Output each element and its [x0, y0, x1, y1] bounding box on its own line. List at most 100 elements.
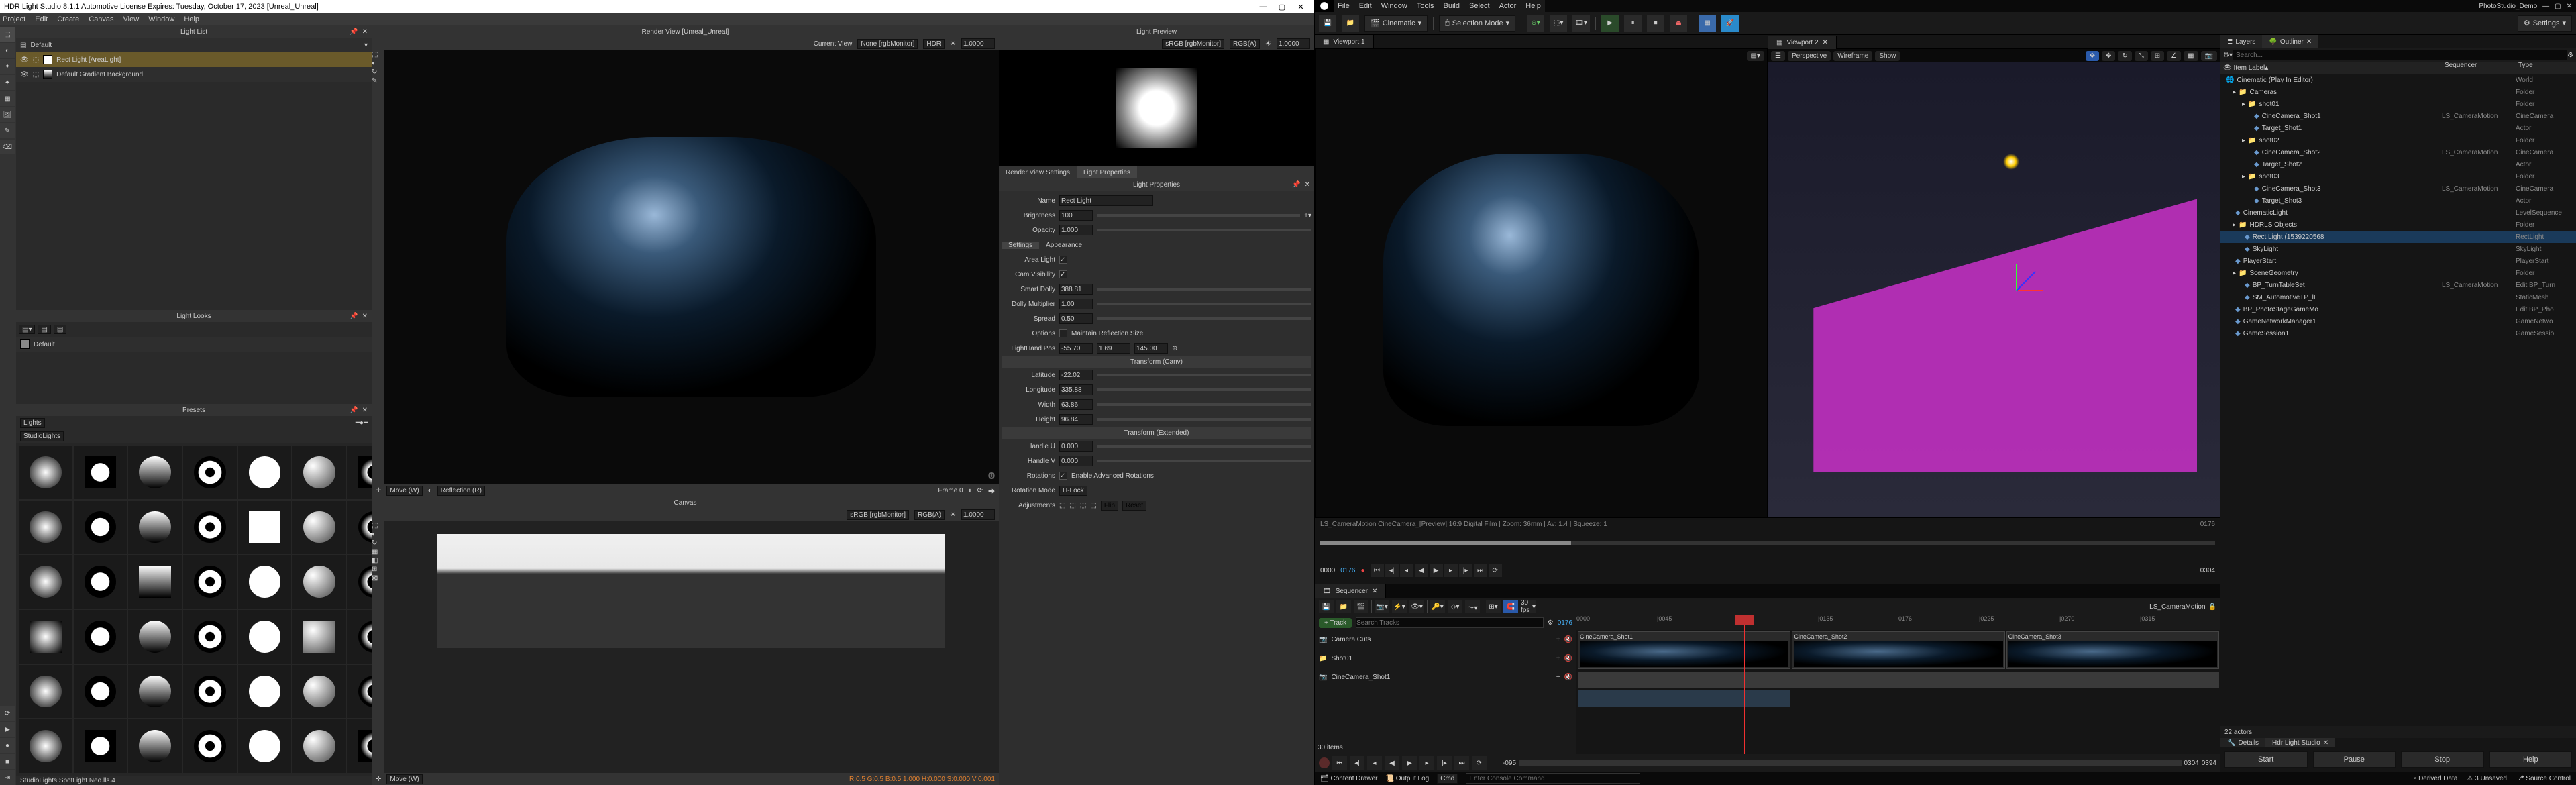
to-start-icon[interactable]: ⏮: [1371, 564, 1384, 577]
outliner-row[interactable]: ◆ CineCamera_Shot3LS_CameraMotionCineCam…: [2220, 182, 2576, 195]
tool-image[interactable]: 🖼: [0, 107, 15, 122]
pin-icon[interactable]: 📌: [350, 407, 358, 414]
mute-icon[interactable]: 🔇: [1564, 655, 1572, 662]
close-icon[interactable]: ✕: [362, 313, 368, 320]
preset-thumb[interactable]: [292, 501, 346, 554]
target-icon[interactable]: ⊕: [1172, 345, 1177, 352]
preset-thumb[interactable]: [183, 446, 237, 499]
menu-canvas[interactable]: Canvas: [89, 15, 113, 23]
camvis-check[interactable]: ✓: [1059, 270, 1067, 278]
seq-name[interactable]: LS_CameraMotion: [2149, 603, 2205, 611]
prop-width[interactable]: [1059, 399, 1093, 410]
dollymult-slider[interactable]: [1097, 303, 1311, 305]
canvas-tool-2[interactable]: ◐: [372, 531, 384, 538]
render-tool-1[interactable]: ⬚: [372, 51, 384, 58]
menu-help[interactable]: Help: [184, 15, 199, 23]
eye-icon[interactable]: 👁: [20, 56, 29, 64]
seq-range-slider[interactable]: [1519, 760, 2181, 766]
sequencer-shot[interactable]: CineCamera_Shot2: [1792, 631, 2004, 669]
close-icon[interactable]: ✕: [362, 407, 368, 414]
preset-thumb[interactable]: [292, 446, 346, 499]
content-drawer-button[interactable]: 🗂 Content Drawer: [1320, 775, 1378, 782]
preset-thumb[interactable]: [238, 501, 292, 554]
details-tab[interactable]: 🔧Details: [2220, 738, 2265, 747]
viewport-1[interactable]: ▤▾: [1315, 48, 1768, 518]
expand-icon[interactable]: ▸: [2233, 270, 2236, 277]
next-key-icon[interactable]: |▸: [1459, 564, 1472, 577]
preset-thumb[interactable]: [292, 555, 346, 609]
launch-icon[interactable]: 🚀: [1721, 15, 1739, 32]
lp-rgba[interactable]: RGB(A): [1230, 39, 1260, 49]
handpos-x[interactable]: [1059, 343, 1093, 354]
ue-menu-actor[interactable]: Actor: [1499, 2, 1517, 10]
settings-tab[interactable]: Settings: [1002, 242, 1039, 249]
lon-slider[interactable]: [1097, 388, 1311, 391]
tool-play[interactable]: ▶: [0, 722, 15, 737]
outliner-row[interactable]: ◆ BP_PhotoStageGameMoEdit BP_Pho: [2220, 303, 2576, 315]
render-exposure[interactable]: [961, 38, 995, 49]
canvas-tool-1[interactable]: ⬚: [372, 522, 384, 529]
outliner-row[interactable]: ▸📁 shot02Folder: [2220, 134, 2576, 146]
minimize-icon[interactable]: —: [1254, 3, 1273, 11]
ue-menu-edit[interactable]: Edit: [1359, 2, 1372, 10]
lp-srgb[interactable]: sRGB [rgbMonitor]: [1162, 39, 1224, 49]
sequencer-track-row[interactable]: 📷Camera Cuts+🔇: [1315, 630, 1576, 649]
seq-prev-key-icon[interactable]: ◂|: [1350, 756, 1364, 770]
preset-thumb[interactable]: [347, 555, 372, 609]
preset-thumb[interactable]: [128, 610, 182, 664]
prop-height[interactable]: [1059, 414, 1093, 425]
prev-key-icon[interactable]: ◂|: [1385, 564, 1399, 577]
preset-thumb[interactable]: [19, 555, 72, 609]
looks-menu-3[interactable]: ▤: [54, 325, 66, 334]
add-icon[interactable]: +: [1556, 636, 1560, 643]
source-control-button[interactable]: ⎇ Source Control: [2516, 775, 2571, 782]
vp-rotate-icon[interactable]: ↻: [2118, 51, 2131, 61]
preset-thumb[interactable]: [183, 555, 237, 609]
preset-thumb[interactable]: [183, 610, 237, 664]
handlev-slider[interactable]: [1097, 460, 1311, 462]
close-icon[interactable]: ✕: [1305, 181, 1310, 189]
tool-erase[interactable]: ⌫: [0, 140, 15, 154]
tool-rec[interactable]: ●: [0, 738, 15, 753]
options-check[interactable]: [1059, 329, 1067, 337]
smartdolly-slider[interactable]: [1097, 288, 1311, 291]
adj-3[interactable]: ⬚: [1080, 502, 1086, 509]
output-log-button[interactable]: 📜 Output Log: [1386, 775, 1430, 782]
outliner-tab[interactable]: 🌳Outliner✕: [2262, 35, 2318, 48]
height-slider[interactable]: [1097, 418, 1311, 421]
tab-render-settings[interactable]: Render View Settings: [999, 166, 1077, 178]
viewport-tab-1[interactable]: ▦Viewport 1: [1315, 35, 1374, 48]
render-move[interactable]: Move (W): [386, 486, 422, 496]
play-rev-icon[interactable]: ◀: [1415, 564, 1428, 577]
prop-opacity[interactable]: [1059, 225, 1093, 235]
sequencer-tab[interactable]: 🎞Sequencer✕: [1315, 584, 1386, 598]
preset-thumb[interactable]: [74, 446, 127, 499]
preset-thumb[interactable]: [128, 446, 182, 499]
preset-thumb[interactable]: [128, 719, 182, 773]
seq-view-icon[interactable]: 👁▾: [1409, 600, 1424, 613]
render-tool-4[interactable]: ✎: [372, 77, 384, 85]
handpos-z[interactable]: [1134, 343, 1168, 354]
rec-icon[interactable]: ●: [1361, 567, 1365, 574]
render-reflect[interactable]: Reflection (R): [437, 486, 485, 496]
light-gizmo-icon[interactable]: [2003, 154, 2019, 170]
menu-view[interactable]: View: [123, 15, 140, 23]
preset-thumb[interactable]: [19, 610, 72, 664]
pin-icon[interactable]: 📌: [1292, 181, 1300, 189]
outliner-row[interactable]: 🌐 Cinematic (Play In Editor)World: [2220, 74, 2576, 86]
canvas-tool-4[interactable]: ▦: [372, 548, 384, 556]
ue-menu-select[interactable]: Select: [1469, 2, 1490, 10]
outliner-row[interactable]: ◆ CinematicLightLevelSequence: [2220, 207, 2576, 219]
looks-default[interactable]: Default: [16, 337, 372, 352]
seq-browse-icon[interactable]: 📁: [1336, 600, 1351, 613]
exposure-icon[interactable]: ☀: [950, 40, 956, 48]
seq-step-back-icon[interactable]: ◂: [1367, 756, 1382, 770]
seq-auto-icon[interactable]: ◇▾: [1448, 600, 1462, 613]
prop-dollymult[interactable]: [1059, 299, 1093, 309]
preset-thumb[interactable]: [74, 501, 127, 554]
width-slider[interactable]: [1097, 403, 1311, 406]
prop-handlev[interactable]: [1059, 456, 1093, 466]
filter-icon[interactable]: ⚙: [1548, 619, 1554, 627]
seq-save-icon[interactable]: 💾: [1319, 600, 1334, 613]
vp-menu[interactable]: ☰: [1771, 51, 1785, 61]
